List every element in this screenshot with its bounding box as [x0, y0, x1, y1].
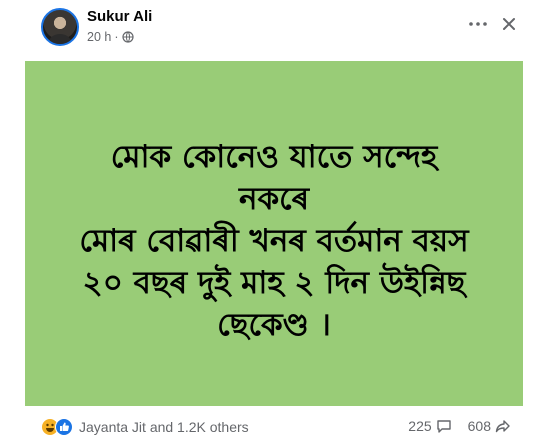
- share-icon: [495, 420, 510, 433]
- meta-separator: ·: [114, 30, 119, 44]
- close-icon[interactable]: [499, 14, 519, 34]
- post-text-line-1: মোক কোনেও যাতে সন্দেহ: [110, 138, 438, 175]
- avatar[interactable]: [41, 8, 79, 46]
- reactions-text: Jayanta Jit and 1.2K others: [79, 419, 249, 435]
- post-text-banner: মোক কোনেও যাতে সন্দেহ নকৰে মোৰ বোৱাৰী খন…: [25, 61, 523, 406]
- post-footer: Jayanta Jit and 1.2K others 225 608: [25, 408, 523, 445]
- more-options-icon[interactable]: [467, 14, 489, 34]
- post-header: Sukur Ali 20 h ·: [25, 0, 523, 58]
- comments-stat[interactable]: 225: [408, 418, 451, 434]
- reactions-summary[interactable]: Jayanta Jit and 1.2K others: [41, 418, 249, 436]
- post-text-line-2: নকৰে: [238, 180, 310, 217]
- globe-icon[interactable]: [121, 31, 134, 43]
- comments-count: 225: [408, 418, 432, 434]
- post-text-line-5: ছেকেণ্ড ।: [217, 306, 331, 343]
- post-card: Sukur Ali 20 h · মোক কোনেও যাতে সন্দেহ ন…: [25, 0, 523, 445]
- comment-icon: [436, 420, 451, 433]
- avatar-figure: [49, 34, 71, 44]
- post-text-line-4: ২০ বছৰ দুই মাহ ২ দিন উইন্নিছ: [82, 264, 466, 301]
- post-text-line-3: মোৰ বোৱাৰী খনৰ বৰ্তমান বয়স: [79, 222, 469, 259]
- engagement-stats: 225 608: [408, 418, 511, 434]
- post-time[interactable]: 20 h: [87, 30, 111, 44]
- like-reaction-icon: [55, 418, 73, 436]
- shares-count: 608: [467, 418, 491, 434]
- shares-stat[interactable]: 608: [468, 418, 511, 434]
- post-meta: 20 h ·: [87, 30, 134, 44]
- author-name[interactable]: Sukur Ali: [87, 8, 152, 25]
